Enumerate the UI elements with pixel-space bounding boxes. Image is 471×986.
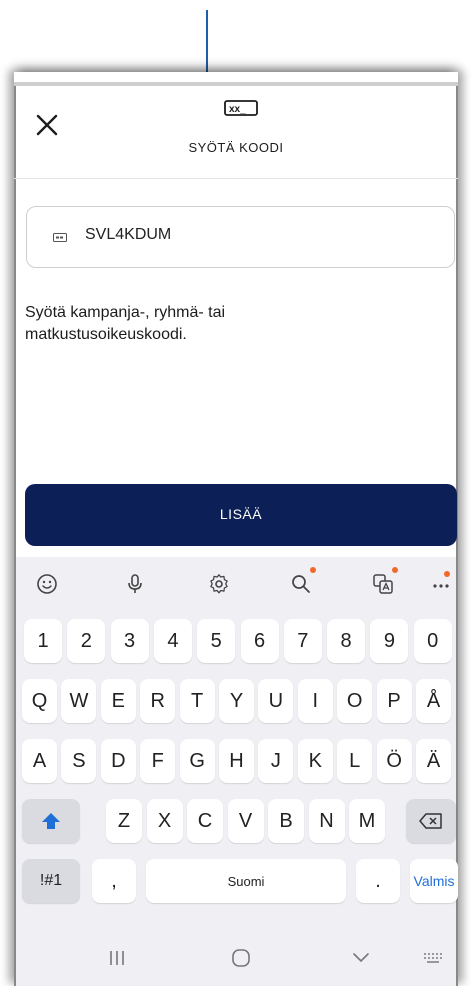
keyboard-toolbar (16, 557, 456, 611)
emoji-icon (37, 574, 57, 594)
key-4[interactable]: 4 (153, 619, 192, 663)
close-icon (36, 114, 58, 136)
more-options-button[interactable] (424, 567, 458, 601)
key-0[interactable]: 0 (413, 619, 452, 663)
key-j[interactable]: J (258, 739, 294, 783)
key-7[interactable]: 7 (283, 619, 322, 663)
key-å[interactable]: Å (416, 679, 451, 723)
emoji-button[interactable] (30, 567, 64, 601)
key-9[interactable]: 9 (370, 619, 409, 663)
done-key[interactable]: Valmis (410, 859, 458, 903)
code-input[interactable]: SVL4KDUM (26, 206, 455, 268)
bezel-top (14, 82, 458, 86)
backspace-icon (419, 813, 442, 829)
key-y[interactable]: Y (219, 679, 254, 723)
voucher-code-icon-text: xx_ (229, 104, 246, 115)
recent-apps-button[interactable] (102, 948, 132, 968)
system-navigation-bar (16, 930, 456, 986)
code-input-value: SVL4KDUM (85, 226, 172, 243)
key-v[interactable]: V (227, 799, 264, 843)
symbols-key[interactable]: !#1 (22, 859, 80, 903)
key-f[interactable]: F (140, 739, 176, 783)
key-u[interactable]: U (258, 679, 294, 723)
backspace-key[interactable] (406, 799, 456, 843)
key-g[interactable]: G (179, 739, 215, 783)
home-button[interactable] (226, 948, 256, 968)
key-w[interactable]: W (61, 679, 97, 723)
key-p[interactable]: P (376, 679, 412, 723)
key-8[interactable]: 8 (327, 619, 366, 663)
key-6[interactable]: 6 (240, 619, 279, 663)
key-t[interactable]: T (179, 679, 215, 723)
key-h[interactable]: H (219, 739, 254, 783)
helper-text: Syötä kampanja-, ryhmä- tai matkustusoik… (25, 304, 226, 343)
comma-key[interactable]: , (92, 859, 136, 903)
key-s[interactable]: S (61, 739, 97, 783)
close-button[interactable] (32, 110, 62, 140)
mic-icon (128, 574, 142, 593)
shift-key[interactable] (22, 799, 80, 843)
shift-icon (42, 813, 60, 829)
voice-input-button[interactable] (118, 567, 152, 601)
add-button[interactable]: LISÄÄ (25, 484, 457, 546)
key-q[interactable]: Q (22, 679, 57, 723)
key-5[interactable]: 5 (197, 619, 236, 663)
key-o[interactable]: O (337, 679, 373, 723)
key-1[interactable]: 1 (24, 619, 62, 663)
key-n[interactable]: N (308, 799, 345, 843)
key-ä[interactable]: Ä (416, 739, 451, 783)
translate-notification-dot (392, 567, 398, 573)
soft-keyboard: 1 2 3 4 5 6 7 8 9 0 Q W E R T Y U I O P Å A S D F G H J K L Ö Ä Z X C V B N M!… (16, 557, 458, 986)
key-r[interactable]: R (140, 679, 176, 723)
more-notification-dot (444, 571, 450, 577)
back-button[interactable] (346, 948, 376, 968)
key-e[interactable]: E (100, 679, 136, 723)
key-ö[interactable]: Ö (376, 739, 412, 783)
space-key[interactable]: Suomi (146, 859, 346, 903)
back-icon (353, 953, 369, 963)
keyboard-switch-icon (424, 953, 442, 963)
voucher-code-icon: xx_ (224, 100, 258, 116)
key-l[interactable]: L (337, 739, 373, 783)
translate-icon (373, 574, 393, 594)
search-notification-dot (310, 567, 316, 573)
key-b[interactable]: B (268, 799, 304, 843)
header-divider (14, 178, 458, 179)
settings-icon (210, 574, 228, 594)
keyboard-switch-button[interactable] (418, 948, 448, 968)
key-i[interactable]: I (297, 679, 333, 723)
key-c[interactable]: C (187, 799, 223, 843)
home-icon (232, 949, 250, 967)
key-a[interactable]: A (22, 739, 57, 783)
code-field-icon (53, 233, 67, 242)
recent-apps-icon (110, 951, 124, 965)
keyboard-settings-button[interactable] (202, 567, 236, 601)
phone-screen: xx_ SYÖTÄ KOODI SVL4KDUM Syötä kampanja-… (14, 72, 458, 986)
key-2[interactable]: 2 (67, 619, 106, 663)
search-icon (292, 575, 310, 593)
key-k[interactable]: K (297, 739, 333, 783)
key-m[interactable]: M (349, 799, 385, 843)
key-3[interactable]: 3 (110, 619, 149, 663)
key-d[interactable]: D (100, 739, 136, 783)
key-z[interactable]: Z (106, 799, 142, 843)
period-key[interactable]: . (356, 859, 400, 903)
page-title: SYÖTÄ KOODI (188, 140, 284, 155)
key-x[interactable]: X (146, 799, 183, 843)
